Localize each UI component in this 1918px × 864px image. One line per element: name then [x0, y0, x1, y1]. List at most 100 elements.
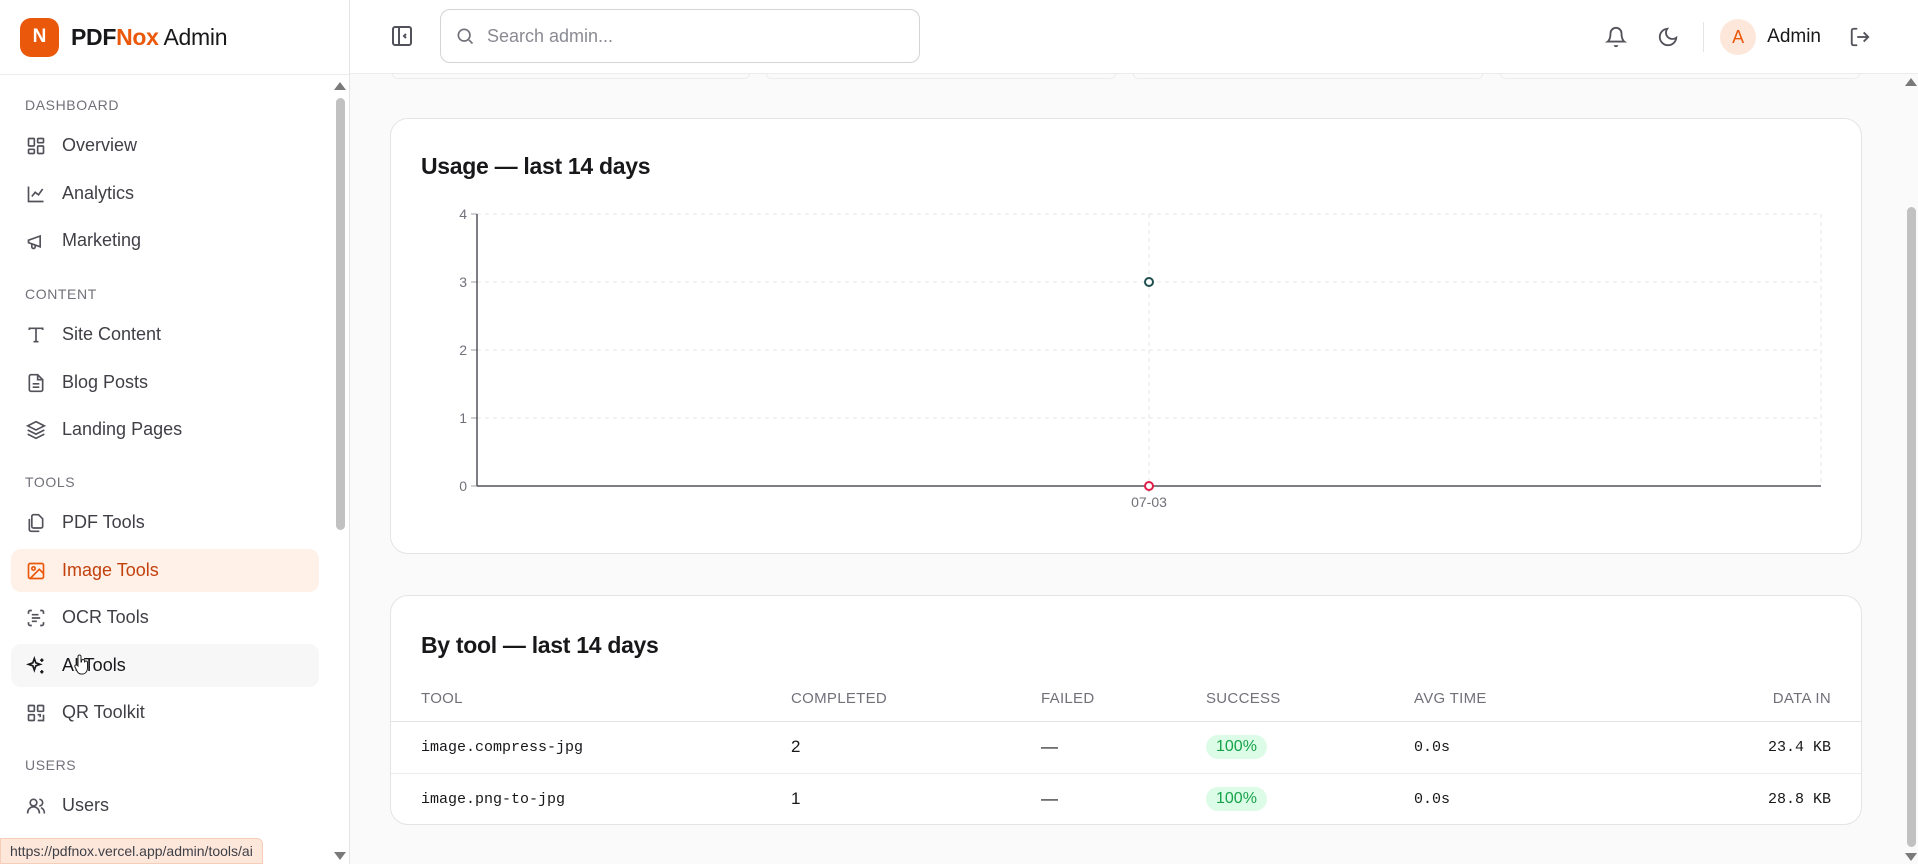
column-header-success: SUCCESS — [1206, 676, 1414, 722]
sidebar-item-label: OCR Tools — [62, 607, 149, 627]
x-tick-label: 07-03 — [1131, 494, 1167, 510]
image-icon — [25, 560, 47, 582]
qr-code-icon — [25, 702, 47, 724]
section-label-tools: TOOLS — [25, 474, 76, 490]
users-icon — [25, 795, 47, 817]
section-label-dashboard: DASHBOARD — [25, 97, 120, 113]
sidebar-item-label: Image Tools — [62, 560, 159, 580]
megaphone-icon — [25, 230, 47, 252]
sidebar-item-label: Analytics — [62, 183, 135, 203]
success-cell: 100% — [1206, 773, 1414, 825]
brand-name: PDFNox Admin — [71, 23, 228, 50]
status-bar-url: https://pdfnox.vercel.app/admin/tools/ai — [0, 838, 263, 864]
document-icon — [25, 372, 47, 394]
by-tool-table: TOOL COMPLETED FAILED SUCCESS AVG TIME D… — [391, 676, 1861, 825]
success-badge: 100% — [1206, 787, 1267, 812]
column-header-data-in: DATA IN — [1664, 676, 1861, 722]
usage-chart: 0 1 2 3 4 07-03 — [459, 206, 1822, 510]
failed-cell: — — [1041, 789, 1058, 809]
section-label-content: CONTENT — [25, 286, 97, 302]
scroll-down-arrow-icon[interactable] — [334, 852, 346, 860]
mouse-cursor-icon — [74, 654, 88, 675]
avg-time-cell: 0.0s — [1414, 721, 1664, 774]
sidebar-item-ocr-tools[interactable]: OCR Tools — [11, 596, 319, 639]
y-tick-label: 1 — [459, 410, 467, 426]
sidebar-nav: DASHBOARD Overview Analytics Marketing C… — [0, 75, 330, 864]
data-in-cell: 28.8 KB — [1767, 790, 1831, 808]
sidebar-item-label: PDF Tools — [62, 512, 145, 532]
main-scroll-thumb[interactable] — [1907, 207, 1916, 847]
logo: N — [20, 17, 59, 57]
table-row[interactable]: image.png-to-jpg 1 — 100% 0.0s 28.8 KB — [391, 773, 1861, 825]
sidebar-item-label: Blog Posts — [62, 372, 149, 392]
sidebar-item-label: QR Toolkit — [62, 702, 145, 722]
data-in-cell: 23.4 KB — [1664, 721, 1861, 774]
scroll-up-arrow-icon[interactable] — [334, 82, 346, 90]
sidebar-item-pdf-tools[interactable]: PDF Tools — [11, 501, 319, 544]
table-header-row: TOOL COMPLETED FAILED SUCCESS AVG TIME D… — [391, 676, 1861, 722]
logout-icon[interactable] — [1847, 24, 1873, 50]
y-tick-label: 2 — [459, 342, 467, 358]
avg-time-cell: 0.0s — [1414, 790, 1451, 808]
search-icon — [455, 26, 475, 46]
main-scrollbar[interactable] — [1904, 75, 1918, 864]
sidebar-item-ai-tools[interactable]: AI Tools — [11, 644, 319, 687]
text-icon — [25, 324, 47, 346]
header-divider — [1703, 22, 1705, 52]
sidebar-item-qr-toolkit[interactable]: QR Toolkit — [11, 691, 319, 734]
sidebar-item-label: Landing Pages — [62, 419, 183, 439]
scroll-up-arrow-icon[interactable] — [1905, 78, 1917, 86]
bell-icon[interactable] — [1603, 24, 1629, 50]
search-input[interactable] — [487, 25, 887, 47]
completed-cell: 1 — [791, 789, 801, 809]
success-cell: 100% — [1206, 721, 1414, 774]
sidebar-item-label: Marketing — [62, 230, 142, 250]
search-box[interactable] — [440, 9, 920, 63]
sidebar-item-site-content[interactable]: Site Content — [11, 313, 319, 356]
y-tick-label: 3 — [459, 274, 467, 290]
table-row[interactable]: image.compress-jpg 2 — 100% 0.0s 23.4 KB — [391, 721, 1861, 774]
sidebar-scroll-thumb[interactable] — [336, 98, 345, 530]
sidebar-item-label: Users — [62, 795, 110, 815]
y-tick-label: 4 — [459, 206, 467, 222]
y-tick-label: 0 — [459, 478, 467, 494]
column-header-tool: TOOL — [391, 676, 791, 722]
sidebar-item-marketing[interactable]: Marketing — [11, 219, 319, 262]
stat-card-edge — [766, 74, 1116, 79]
data-point — [1144, 277, 1154, 287]
files-icon — [25, 512, 47, 534]
by-tool-title: By tool — last 14 days — [421, 632, 659, 658]
sidebar-item-label: AI Tools — [62, 655, 126, 675]
sidebar-item-blog-posts[interactable]: Blog Posts — [11, 361, 319, 404]
success-badge: 100% — [1206, 735, 1267, 759]
stat-card-edge — [1500, 74, 1860, 79]
avatar[interactable]: A — [1720, 19, 1757, 55]
tool-name-cell: image.compress-jpg — [391, 721, 791, 774]
tool-name-cell: image.png-to-jpg — [421, 790, 566, 808]
user-name[interactable]: Admin — [1767, 26, 1821, 48]
sidebar-item-landing-pages[interactable]: Landing Pages — [11, 408, 319, 451]
top-header: A Admin — [350, 0, 1918, 74]
sidebar-item-image-tools[interactable]: Image Tools — [11, 549, 319, 592]
sidebar-item-analytics[interactable]: Analytics — [11, 172, 319, 215]
stat-card-edge — [392, 74, 750, 79]
scroll-down-arrow-icon[interactable] — [1905, 853, 1917, 861]
layers-icon — [25, 419, 47, 441]
sidebar-item-overview[interactable]: Overview — [11, 124, 319, 167]
usage-chart-card: Usage — last 14 days 0 1 2 3 4 07-03 — [390, 118, 1862, 554]
sidebar-item-users[interactable]: Users — [11, 784, 319, 827]
column-header-completed: COMPLETED — [791, 676, 1041, 722]
sidebar-scrollbar[interactable] — [333, 78, 347, 864]
stat-card-edge — [1133, 74, 1483, 79]
failed-cell: — — [1041, 721, 1206, 774]
sidebar-toggle-icon[interactable] — [390, 24, 414, 48]
by-tool-card: By tool — last 14 days TOOL COMPLETED FA… — [390, 595, 1862, 825]
sidebar-item-label: Overview — [62, 135, 138, 155]
brand[interactable]: N PDFNox Admin — [0, 0, 349, 75]
section-label-users: USERS — [25, 757, 77, 773]
line-chart-icon — [25, 183, 47, 205]
header-actions: A Admin — [1577, 0, 1873, 74]
sidebar-item-label: Site Content — [62, 324, 162, 344]
moon-icon[interactable] — [1655, 24, 1681, 50]
data-point — [1144, 481, 1154, 491]
